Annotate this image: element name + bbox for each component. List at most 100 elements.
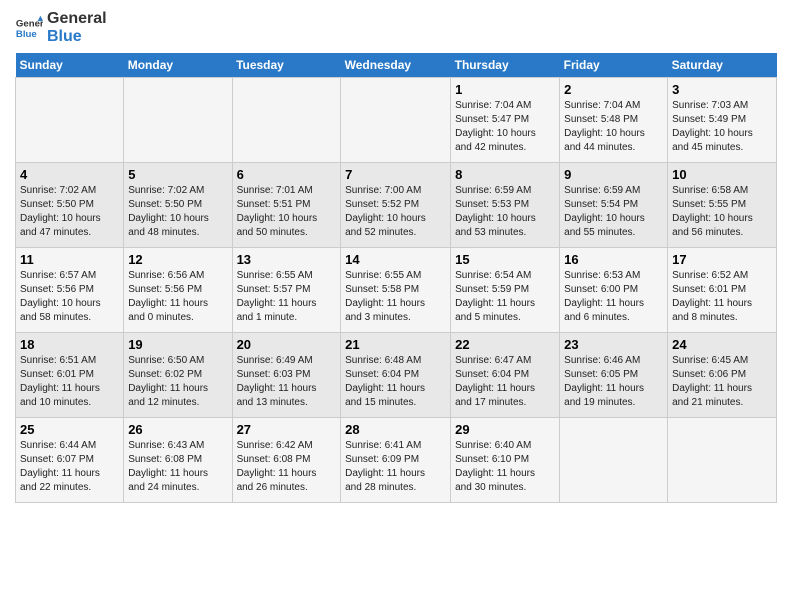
- calendar-cell: 17 Sunrise: 6:52 AM Sunset: 6:01 PM Dayli…: [668, 248, 777, 333]
- day-detail: Sunrise: 6:59 AM Sunset: 5:53 PM Dayligh…: [455, 184, 555, 240]
- calendar-cell: 10Sunrise: 6:58 AM Sunset: 5:55 PM Dayli…: [668, 163, 777, 248]
- day-number: 18: [20, 337, 119, 352]
- week-row: 11 Sunrise: 6:57 AM Sunset: 5:56 PM Dayli…: [16, 248, 777, 333]
- day-detail: Sunrise: 7:04 AM Sunset: 5:47 PM Dayligh…: [455, 99, 555, 155]
- calendar-cell: [560, 418, 668, 503]
- day-detail: Sunrise: 6:50 AM Sunset: 6:02 PM Dayligh…: [128, 354, 227, 410]
- day-detail: Sunrise: 6:47 AM Sunset: 6:04 PM Dayligh…: [455, 354, 555, 410]
- logo: General Blue General Blue: [15, 10, 107, 45]
- day-number: 20: [237, 337, 337, 352]
- weekday-header: Thursday: [451, 53, 560, 78]
- day-number: 1: [455, 82, 555, 97]
- calendar-cell: [232, 78, 341, 163]
- calendar-cell: 15 Sunrise: 6:54 AM Sunset: 5:59 PM Dayli…: [451, 248, 560, 333]
- calendar-cell: 7 Sunrise: 7:00 AM Sunset: 5:52 PM Daylig…: [341, 163, 451, 248]
- day-number: 9: [564, 167, 663, 182]
- calendar-cell: 19 Sunrise: 6:50 AM Sunset: 6:02 PM Dayli…: [124, 333, 232, 418]
- day-detail: Sunrise: 6:42 AM Sunset: 6:08 PM Dayligh…: [237, 439, 337, 495]
- day-number: 8: [455, 167, 555, 182]
- calendar-table: SundayMondayTuesdayWednesdayThursdayFrid…: [15, 53, 777, 503]
- calendar-cell: 3 Sunrise: 7:03 AM Sunset: 5:49 PM Daylig…: [668, 78, 777, 163]
- day-detail: Sunrise: 6:54 AM Sunset: 5:59 PM Dayligh…: [455, 269, 555, 325]
- calendar-cell: 28 Sunrise: 6:41 AM Sunset: 6:09 PM Dayli…: [341, 418, 451, 503]
- day-detail: Sunrise: 6:49 AM Sunset: 6:03 PM Dayligh…: [237, 354, 337, 410]
- calendar-cell: 25 Sunrise: 6:44 AM Sunset: 6:07 PM Dayli…: [16, 418, 124, 503]
- day-detail: Sunrise: 6:55 AM Sunset: 5:58 PM Dayligh…: [345, 269, 446, 325]
- day-detail: Sunrise: 6:46 AM Sunset: 6:05 PM Dayligh…: [564, 354, 663, 410]
- day-detail: Sunrise: 6:41 AM Sunset: 6:09 PM Dayligh…: [345, 439, 446, 495]
- day-detail: Sunrise: 6:52 AM Sunset: 6:01 PM Dayligh…: [672, 269, 772, 325]
- weekday-header-row: SundayMondayTuesdayWednesdayThursdayFrid…: [16, 53, 777, 78]
- calendar-cell: [124, 78, 232, 163]
- day-detail: Sunrise: 7:02 AM Sunset: 5:50 PM Dayligh…: [128, 184, 227, 240]
- day-number: 25: [20, 422, 119, 437]
- day-number: 11: [20, 252, 119, 267]
- day-number: 19: [128, 337, 227, 352]
- calendar-cell: 14 Sunrise: 6:55 AM Sunset: 5:58 PM Dayli…: [341, 248, 451, 333]
- week-row: 4Sunrise: 7:02 AM Sunset: 5:50 PM Daylig…: [16, 163, 777, 248]
- calendar-cell: [341, 78, 451, 163]
- calendar-cell: 8 Sunrise: 6:59 AM Sunset: 5:53 PM Daylig…: [451, 163, 560, 248]
- day-number: 28: [345, 422, 446, 437]
- calendar-cell: 13Sunrise: 6:55 AM Sunset: 5:57 PM Dayli…: [232, 248, 341, 333]
- logo-icon: General Blue: [15, 14, 43, 42]
- calendar-cell: [16, 78, 124, 163]
- calendar-cell: 27 Sunrise: 6:42 AM Sunset: 6:08 PM Dayli…: [232, 418, 341, 503]
- day-number: 15: [455, 252, 555, 267]
- day-number: 21: [345, 337, 446, 352]
- day-number: 10: [672, 167, 772, 182]
- calendar-cell: 18 Sunrise: 6:51 AM Sunset: 6:01 PM Dayli…: [16, 333, 124, 418]
- day-number: 12: [128, 252, 227, 267]
- day-number: 7: [345, 167, 446, 182]
- calendar-cell: 22 Sunrise: 6:47 AM Sunset: 6:04 PM Dayli…: [451, 333, 560, 418]
- calendar-cell: 11 Sunrise: 6:57 AM Sunset: 5:56 PM Dayli…: [16, 248, 124, 333]
- day-detail: Sunrise: 6:56 AM Sunset: 5:56 PM Dayligh…: [128, 269, 227, 325]
- day-number: 26: [128, 422, 227, 437]
- weekday-header: Wednesday: [341, 53, 451, 78]
- day-number: 14: [345, 252, 446, 267]
- calendar-cell: 2Sunrise: 7:04 AM Sunset: 5:48 PM Daylig…: [560, 78, 668, 163]
- day-number: 5: [128, 167, 227, 182]
- day-number: 13: [237, 252, 337, 267]
- svg-text:Blue: Blue: [16, 28, 37, 39]
- calendar-cell: 6 Sunrise: 7:01 AM Sunset: 5:51 PM Daylig…: [232, 163, 341, 248]
- calendar-cell: 9 Sunrise: 6:59 AM Sunset: 5:54 PM Daylig…: [560, 163, 668, 248]
- calendar-cell: 21Sunrise: 6:48 AM Sunset: 6:04 PM Dayli…: [341, 333, 451, 418]
- weekday-header: Sunday: [16, 53, 124, 78]
- calendar-cell: 1 Sunrise: 7:04 AM Sunset: 5:47 PM Daylig…: [451, 78, 560, 163]
- weekday-header: Tuesday: [232, 53, 341, 78]
- day-detail: Sunrise: 6:57 AM Sunset: 5:56 PM Dayligh…: [20, 269, 119, 325]
- day-number: 27: [237, 422, 337, 437]
- day-detail: Sunrise: 6:59 AM Sunset: 5:54 PM Dayligh…: [564, 184, 663, 240]
- calendar-cell: 20 Sunrise: 6:49 AM Sunset: 6:03 PM Dayli…: [232, 333, 341, 418]
- day-detail: Sunrise: 7:03 AM Sunset: 5:49 PM Dayligh…: [672, 99, 772, 155]
- day-detail: Sunrise: 6:45 AM Sunset: 6:06 PM Dayligh…: [672, 354, 772, 410]
- day-number: 23: [564, 337, 663, 352]
- day-number: 29: [455, 422, 555, 437]
- logo-text: General Blue: [47, 10, 107, 45]
- weekday-header: Friday: [560, 53, 668, 78]
- day-number: 17: [672, 252, 772, 267]
- calendar-cell: 29 Sunrise: 6:40 AM Sunset: 6:10 PM Dayli…: [451, 418, 560, 503]
- day-detail: Sunrise: 7:00 AM Sunset: 5:52 PM Dayligh…: [345, 184, 446, 240]
- page-container: General Blue General Blue SundayMondayTu…: [0, 0, 792, 513]
- day-number: 24: [672, 337, 772, 352]
- day-number: 22: [455, 337, 555, 352]
- day-detail: Sunrise: 6:43 AM Sunset: 6:08 PM Dayligh…: [128, 439, 227, 495]
- day-detail: Sunrise: 6:40 AM Sunset: 6:10 PM Dayligh…: [455, 439, 555, 495]
- week-row: 25 Sunrise: 6:44 AM Sunset: 6:07 PM Dayli…: [16, 418, 777, 503]
- day-detail: Sunrise: 6:44 AM Sunset: 6:07 PM Dayligh…: [20, 439, 119, 495]
- week-row: 18 Sunrise: 6:51 AM Sunset: 6:01 PM Dayli…: [16, 333, 777, 418]
- calendar-cell: 4Sunrise: 7:02 AM Sunset: 5:50 PM Daylig…: [16, 163, 124, 248]
- day-number: 2: [564, 82, 663, 97]
- weekday-header: Saturday: [668, 53, 777, 78]
- week-row: 1 Sunrise: 7:04 AM Sunset: 5:47 PM Daylig…: [16, 78, 777, 163]
- day-detail: Sunrise: 6:51 AM Sunset: 6:01 PM Dayligh…: [20, 354, 119, 410]
- day-number: 16: [564, 252, 663, 267]
- day-number: 6: [237, 167, 337, 182]
- day-number: 3: [672, 82, 772, 97]
- day-detail: Sunrise: 7:01 AM Sunset: 5:51 PM Dayligh…: [237, 184, 337, 240]
- calendar-cell: [668, 418, 777, 503]
- header: General Blue General Blue: [15, 10, 777, 45]
- calendar-cell: 26 Sunrise: 6:43 AM Sunset: 6:08 PM Dayli…: [124, 418, 232, 503]
